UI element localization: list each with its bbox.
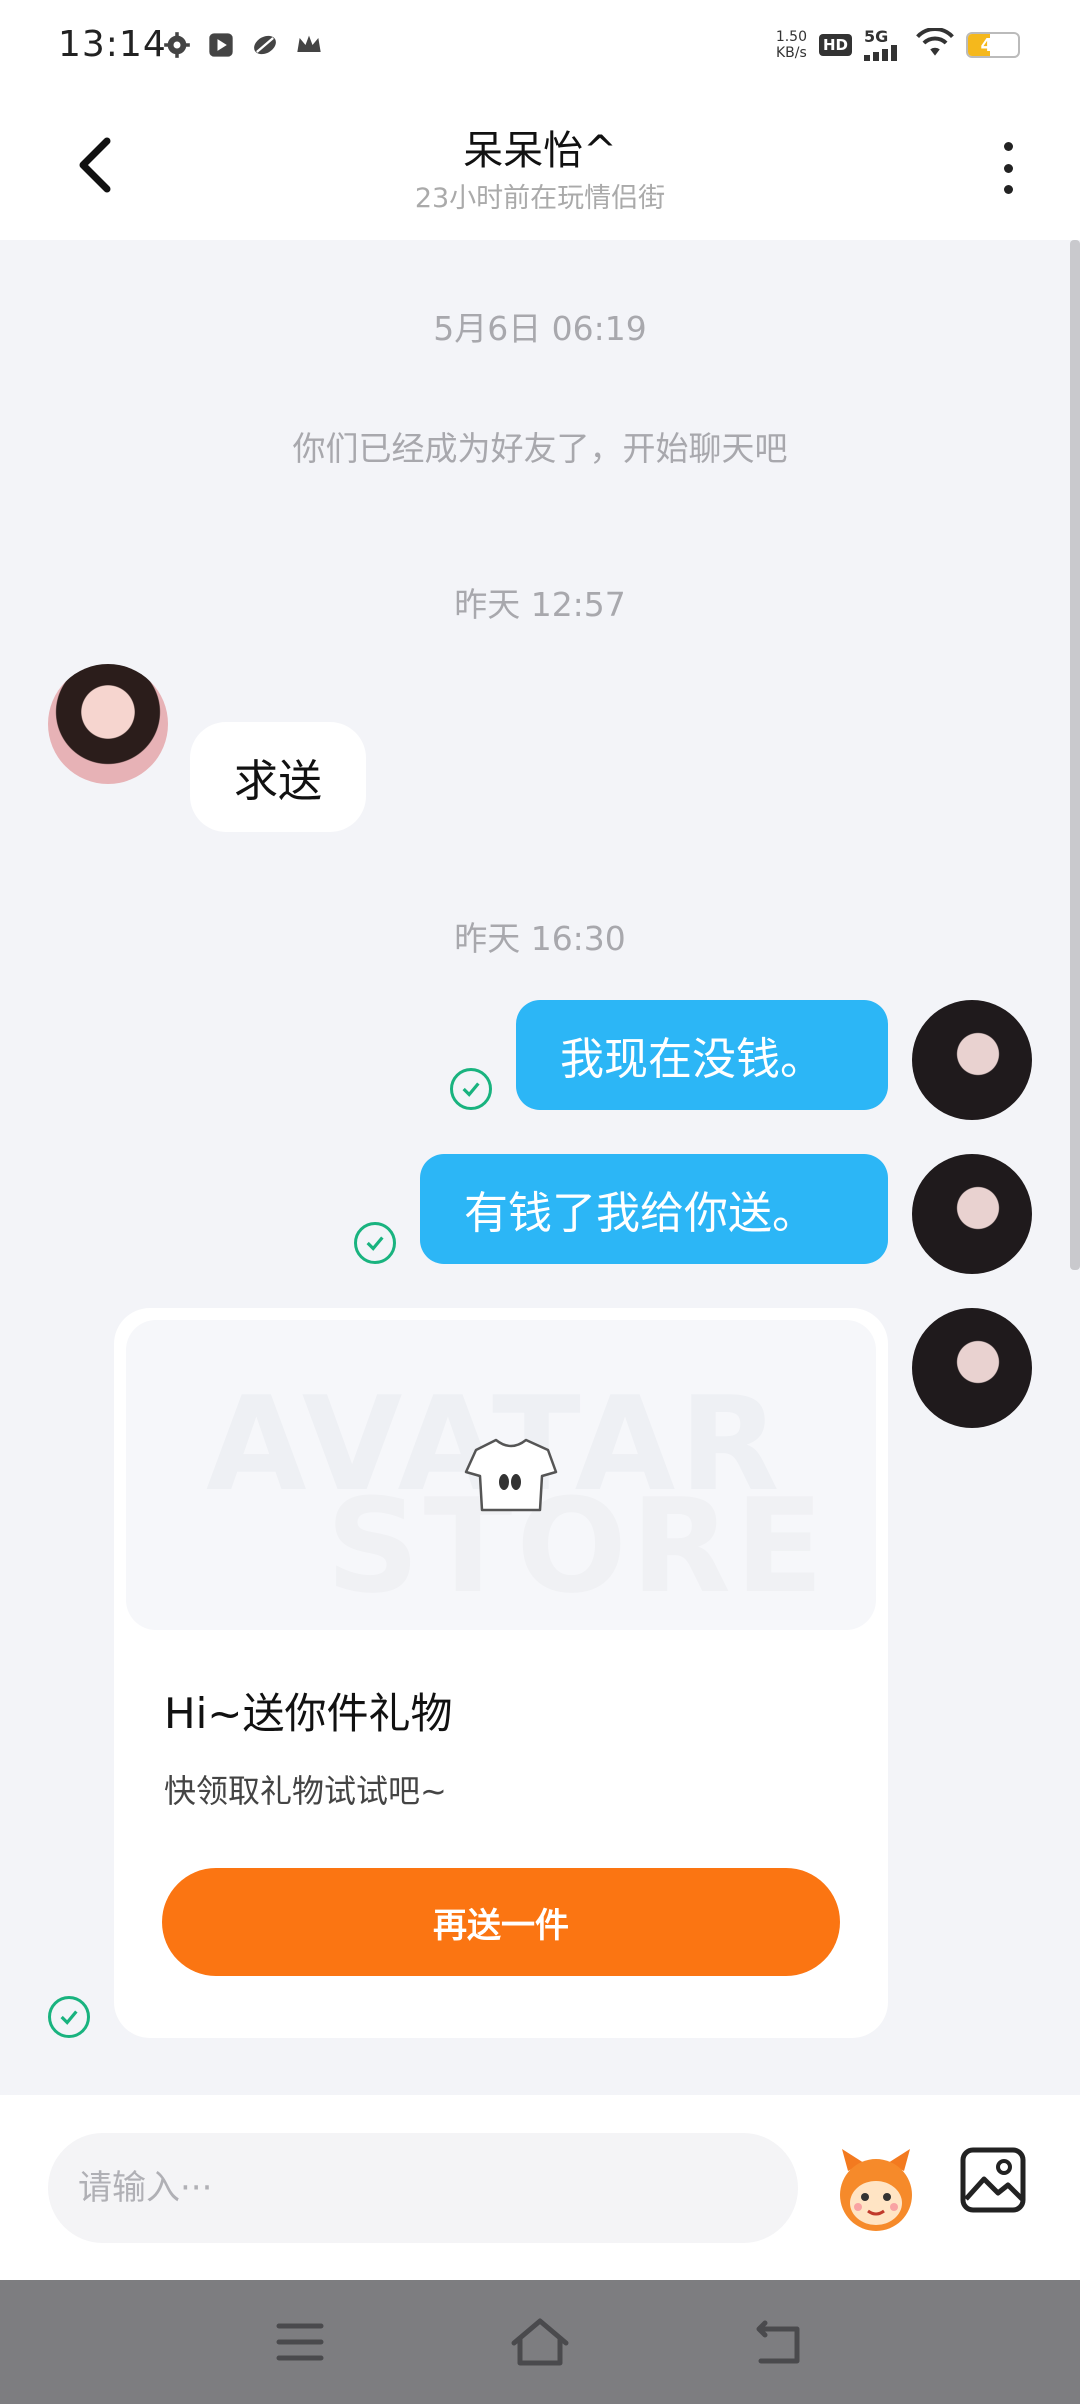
chat-title[interactable]: 呆呆怡^ [0,118,1080,176]
return-icon [756,2320,800,2364]
chat-area[interactable]: 5月6日 06:19 你们已经成为好友了，开始聊天吧 昨天 12:57 求送 昨… [0,240,1080,2095]
my-avatar[interactable] [912,1154,1032,1274]
leaf-icon [250,30,280,60]
hd-badge: HD [818,34,852,56]
menu-icon [276,2323,324,2361]
gift-title: Hi~送你件礼物 [164,1689,453,1738]
watermark-store: STORE [326,1470,828,1622]
mascot-emoji-button[interactable] [828,2141,924,2237]
signal-icon: 5G [864,29,904,61]
home-icon [511,2318,569,2366]
more-options-button[interactable] [988,136,1028,200]
net-speed: 1.50 KB/s [775,29,807,61]
gear-icon [162,30,192,60]
system-nav-bar [0,2280,1080,2404]
incoming-message[interactable]: 求送 [190,722,366,832]
scrollbar[interactable] [1070,240,1080,1270]
home-nav-button[interactable] [510,2312,570,2372]
send-again-button[interactable]: 再送一件 [162,1868,840,1976]
crown-icon [294,30,324,60]
gift-description: 快领取礼物试试吧~ [164,1772,447,1810]
timestamp: 昨天 16:30 [454,919,626,958]
my-avatar[interactable] [912,1000,1032,1120]
system-message: 你们已经成为好友了，开始聊天吧 [292,429,788,468]
battery-icon: 44 [966,32,1020,58]
play-icon [206,30,236,60]
mascot-icon [840,2149,912,2231]
message-input[interactable] [48,2133,798,2243]
more-dots-icon [1003,142,1013,151]
status-right: 1.50 KB/s HD 5G 44 [775,27,1020,62]
outgoing-message[interactable]: 有钱了我给你送。 [420,1154,888,1264]
read-check-icon [48,1996,90,2038]
chat-header: 呆呆怡^ 23小时前在玩情侣街 [0,96,1080,240]
gift-card[interactable]: AVATAR STORE Hi~送你件礼物 快领取礼物试试吧~ 再送一件 [114,1308,888,2038]
read-check-icon [354,1222,396,1264]
chat-subtitle: 23小时前在玩情侣街 [414,183,666,214]
input-bar [0,2095,1080,2280]
read-check-icon [450,1068,492,1110]
contact-avatar[interactable] [48,664,168,784]
status-bar: 13:14 1.50 KB/s HD 5G 44 [0,0,1080,96]
gift-image: AVATAR STORE [126,1320,876,1630]
back-nav-button[interactable] [750,2312,810,2372]
timestamp: 昨天 12:57 [454,585,626,624]
outgoing-message[interactable]: 我现在没钱。 [516,1000,888,1110]
image-icon [960,2147,1026,2213]
image-picker-button[interactable] [958,2145,1028,2215]
my-avatar[interactable] [912,1308,1032,1428]
status-left-icons [162,30,324,60]
tshirt-icon [464,1438,558,1512]
status-time: 13:14 [58,24,167,65]
menu-nav-button[interactable] [270,2312,330,2372]
wifi-icon [916,27,954,62]
timestamp: 5月6日 06:19 [433,309,647,348]
